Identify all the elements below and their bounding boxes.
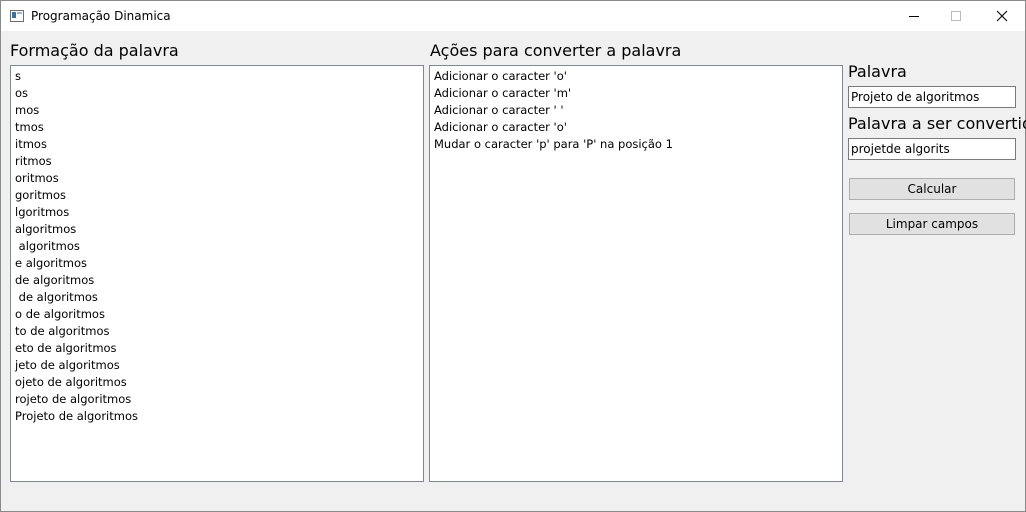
formation-list-item[interactable]: algoritmos [15,238,423,255]
formation-list-item[interactable]: e algoritmos [15,255,423,272]
formation-list-item[interactable]: eto de algoritmos [15,340,423,357]
formation-list-item[interactable]: mos [15,102,423,119]
formation-list-item[interactable]: ritmos [15,153,423,170]
app-window: Programação Dinamica Formação da palavra… [0,0,1026,512]
formation-list-item[interactable]: goritmos [15,187,423,204]
actions-list-item[interactable]: Mudar o caracter 'p' para 'P' na posição… [434,136,842,153]
maximize-icon [951,11,961,21]
title-bar[interactable]: Programação Dinamica [1,1,1025,31]
formation-list-item[interactable]: os [15,85,423,102]
calculate-button[interactable]: Calcular [849,178,1015,200]
window-title: Programação Dinamica [31,9,171,23]
minimize-icon [909,16,919,17]
formation-list-item[interactable]: lgoritmos [15,204,423,221]
formation-list-item[interactable]: tmos [15,119,423,136]
actions-list-item[interactable]: Adicionar o caracter 'o' [434,119,842,136]
maximize-button[interactable] [933,1,979,31]
word-input[interactable] [848,86,1016,108]
target-word-label: Palavra a ser convertida [848,114,1026,133]
close-button[interactable] [979,1,1025,31]
formation-list-item[interactable]: algoritmos [15,221,423,238]
actions-list-item[interactable]: Adicionar o caracter ' ' [434,102,842,119]
formation-list[interactable]: s os mos tmos itmos ritmos oritmos goritmos lgor… [10,65,424,482]
close-icon [996,10,1008,22]
word-label: Palavra [848,62,907,81]
formation-list-item[interactable]: oritmos [15,170,423,187]
formation-list-item[interactable]: o de algoritmos [15,306,423,323]
application-window-icon [10,10,24,22]
minimize-button[interactable] [891,1,937,31]
clear-fields-button[interactable]: Limpar campos [849,213,1015,235]
formation-list-item[interactable]: to de algoritmos [15,323,423,340]
formation-list-item[interactable]: de algoritmos [15,289,423,306]
actions-label: Ações para converter a palavra [430,41,682,60]
formation-list-item[interactable]: itmos [15,136,423,153]
formation-list-item[interactable]: de algoritmos [15,272,423,289]
actions-list-item[interactable]: Adicionar o caracter 'o' [434,68,842,85]
actions-list-item[interactable]: Adicionar o caracter 'm' [434,85,842,102]
formation-list-item[interactable]: s [15,68,423,85]
actions-list[interactable]: Adicionar o caracter 'o' Adicionar o cara… [429,65,843,482]
formation-list-item[interactable]: Projeto de algoritmos [15,408,423,425]
formation-label: Formação da palavra [10,41,179,60]
formation-list-item[interactable]: jeto de algoritmos [15,357,423,374]
formation-list-item[interactable]: rojeto de algoritmos [15,391,423,408]
target-word-input[interactable] [848,138,1016,160]
formation-list-item[interactable]: ojeto de algoritmos [15,374,423,391]
